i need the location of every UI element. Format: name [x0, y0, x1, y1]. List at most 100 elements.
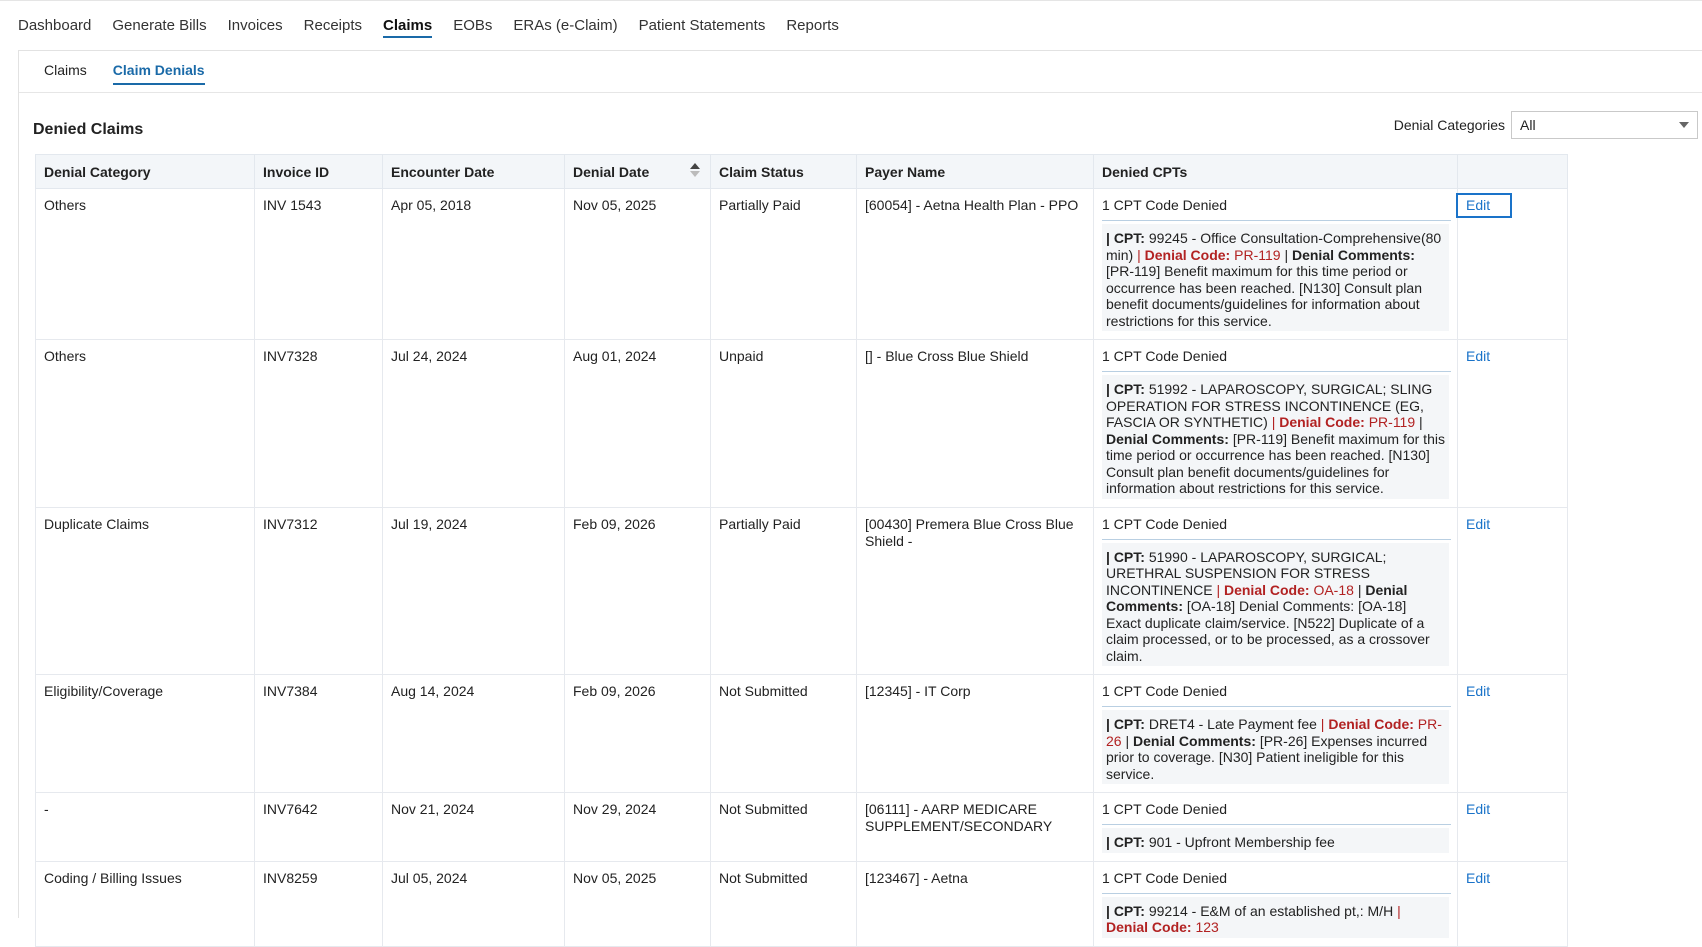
nav-eras[interactable]: ERAs (e-Claim) — [513, 17, 617, 46]
table-row: - INV7642 Nov 21, 2024 Nov 29, 2024 Not Subm… — [35, 792, 1568, 862]
cell-denial-category: Duplicate Claims — [35, 506, 255, 675]
denial-code-sep: | — [1216, 581, 1224, 598]
cell-denial-category: Eligibility/Coverage — [35, 674, 255, 793]
col-payer-name[interactable]: Payer Name — [856, 154, 1094, 189]
cpt-summary: 1 CPT Code Denied — [1102, 197, 1451, 221]
cell-payer-name: [12345] - IT Corp — [856, 674, 1094, 793]
cpt-summary: 1 CPT Code Denied — [1102, 801, 1451, 825]
cpt-label-bar: | — [1106, 230, 1114, 246]
cpt-detail: | CPT: 99214 - E&M of an established pt,… — [1102, 896, 1449, 938]
cpt-code: 99214 - E&M of an established pt,: M/H — [1148, 902, 1394, 919]
denial-comments-label: Denial Comments: — [1291, 246, 1415, 263]
cell-encounter-date: Jul 05, 2024 — [382, 860, 565, 947]
cell-denied-cpts: 1 CPT Code Denied | CPT: 99245 - Office C… — [1093, 188, 1458, 340]
cpt-summary: 1 CPT Code Denied — [1102, 683, 1451, 707]
cpt-label: CPT: — [1113, 902, 1145, 919]
cell-encounter-date: Apr 05, 2018 — [382, 188, 565, 340]
cell-claim-status: Not Submitted — [710, 792, 857, 862]
col-denial-category[interactable]: Denial Category — [35, 154, 255, 189]
edit-link[interactable]: Edit — [1458, 868, 1498, 889]
cell-actions: Edit — [1457, 339, 1568, 508]
cell-invoice-id: INV 1543 — [254, 188, 383, 340]
edit-link[interactable]: Edit — [1458, 346, 1498, 367]
cpt-label: CPT: — [1113, 834, 1145, 850]
cell-denial-date: Nov 29, 2024 — [564, 792, 711, 862]
col-denied-cpts[interactable]: Denied CPTs — [1093, 154, 1458, 189]
comments-sep: | — [1419, 414, 1423, 430]
denial-comments-label: Denial Comments: — [1133, 732, 1256, 749]
cpt-summary: 1 CPT Code Denied — [1102, 516, 1451, 540]
cell-claim-status: Unpaid — [710, 339, 857, 508]
denial-code-label: Denial Code: — [1144, 246, 1231, 263]
cpt-label-bar: | — [1106, 548, 1114, 565]
table-header-row: Denial Category Invoice ID Encounter Dat… — [35, 154, 1568, 189]
page-title: Denied Claims — [33, 121, 144, 138]
edit-link[interactable]: Edit — [1455, 193, 1513, 218]
denial-comments-label: Denial Comments: — [1106, 430, 1229, 447]
cell-claim-status: Partially Paid — [710, 188, 857, 340]
edit-link[interactable]: Edit — [1458, 799, 1498, 820]
cell-denial-date: Feb 09, 2026 — [564, 506, 711, 675]
cell-claim-status: Not Submitted — [710, 860, 857, 947]
nav-invoices[interactable]: Invoices — [228, 17, 283, 46]
nav-generate-bills[interactable]: Generate Bills — [112, 17, 206, 46]
cpt-code: 901 - Upfront Membership fee — [1148, 834, 1335, 850]
nav-eobs[interactable]: EOBs — [453, 17, 492, 46]
comments-sep: | — [1284, 246, 1292, 263]
cell-denial-category: - — [35, 792, 255, 862]
chevron-down-icon — [1679, 122, 1689, 128]
col-encounter-date[interactable]: Encounter Date — [382, 154, 565, 189]
cell-invoice-id: INV7312 — [254, 506, 383, 675]
col-claim-status[interactable]: Claim Status — [710, 154, 857, 189]
cell-denied-cpts: 1 CPT Code Denied | CPT: 99214 - E&M of a… — [1093, 860, 1458, 947]
comments-sep: | — [1125, 732, 1133, 749]
cell-denied-cpts: 1 CPT Code Denied | CPT: 901 - Upfront Me… — [1093, 792, 1458, 862]
table-row: Duplicate Claims INV7312 Jul 19, 2024 Feb 0… — [35, 506, 1568, 675]
cell-denied-cpts: 1 CPT Code Denied | CPT: DRET4 - Late Pay… — [1093, 674, 1458, 793]
denial-code: PR-119 — [1234, 246, 1281, 263]
cell-denied-cpts: 1 CPT Code Denied | CPT: 51990 - LAPAROSC… — [1093, 506, 1458, 675]
col-denial-date[interactable]: Denial Date — [564, 154, 711, 189]
denial-code-label: Denial Code: — [1223, 581, 1310, 598]
cell-denial-date: Nov 05, 2025 — [564, 188, 711, 340]
table-row: Eligibility/Coverage INV7384 Aug 14, 2024 F… — [35, 674, 1568, 793]
nav-reports[interactable]: Reports — [786, 17, 839, 46]
tab-claim-denials[interactable]: Claim Denials — [112, 62, 205, 85]
cpt-label: CPT: — [1113, 230, 1145, 246]
nav-dashboard[interactable]: Dashboard — [18, 17, 91, 46]
cpt-label: CPT: — [1113, 548, 1145, 565]
denial-category-select[interactable]: All — [1511, 111, 1698, 139]
sort-icon[interactable] — [690, 163, 700, 177]
filter-label: Denial Categories — [1393, 117, 1505, 133]
denial-code-label: Denial Code: — [1279, 414, 1365, 430]
cell-denial-date: Feb 09, 2026 — [564, 674, 711, 793]
cell-actions: Edit — [1457, 792, 1568, 862]
cpt-detail: | CPT: DRET4 - Late Payment fee | Denial… — [1102, 710, 1449, 784]
cell-actions: Edit — [1455, 188, 1568, 340]
edit-link[interactable]: Edit — [1458, 514, 1498, 535]
table-row: Coding / Billing Issues INV8259 Jul 05, 20… — [35, 860, 1568, 947]
cpt-label: CPT: — [1113, 716, 1145, 732]
nav-receipts[interactable]: Receipts — [304, 17, 362, 46]
cpt-summary: 1 CPT Code Denied — [1102, 348, 1451, 372]
cpt-label-bar: | — [1106, 381, 1114, 397]
cpt-label-bar: | — [1106, 902, 1114, 919]
table-row: Others INV7328 Jul 24, 2024 Aug 01, 2024 Unp… — [35, 339, 1568, 508]
cell-invoice-id: INV8259 — [254, 860, 383, 947]
nav-claims[interactable]: Claims — [383, 17, 433, 46]
col-denial-date-label: Denial Date — [573, 163, 650, 180]
cell-denial-category: Others — [35, 339, 255, 508]
cell-encounter-date: Aug 14, 2024 — [382, 674, 565, 793]
denial-code-sep: | — [1137, 246, 1145, 263]
cpt-label: CPT: — [1113, 381, 1145, 397]
top-navigation: Dashboard Generate Bills Invoices Receip… — [0, 0, 1702, 46]
denial-code-sep: | — [1397, 902, 1401, 919]
cpt-detail: | CPT: 901 - Upfront Membership fee — [1102, 828, 1449, 853]
cell-payer-name: [00430] Premera Blue Cross Blue Shield - — [856, 506, 1094, 675]
denial-code: OA-18 — [1313, 581, 1354, 598]
edit-link[interactable]: Edit — [1458, 681, 1498, 702]
col-invoice-id[interactable]: Invoice ID — [254, 154, 383, 189]
tab-claims[interactable]: Claims — [44, 62, 87, 81]
cell-encounter-date: Jul 19, 2024 — [382, 506, 565, 675]
nav-patient-statements[interactable]: Patient Statements — [639, 17, 766, 46]
